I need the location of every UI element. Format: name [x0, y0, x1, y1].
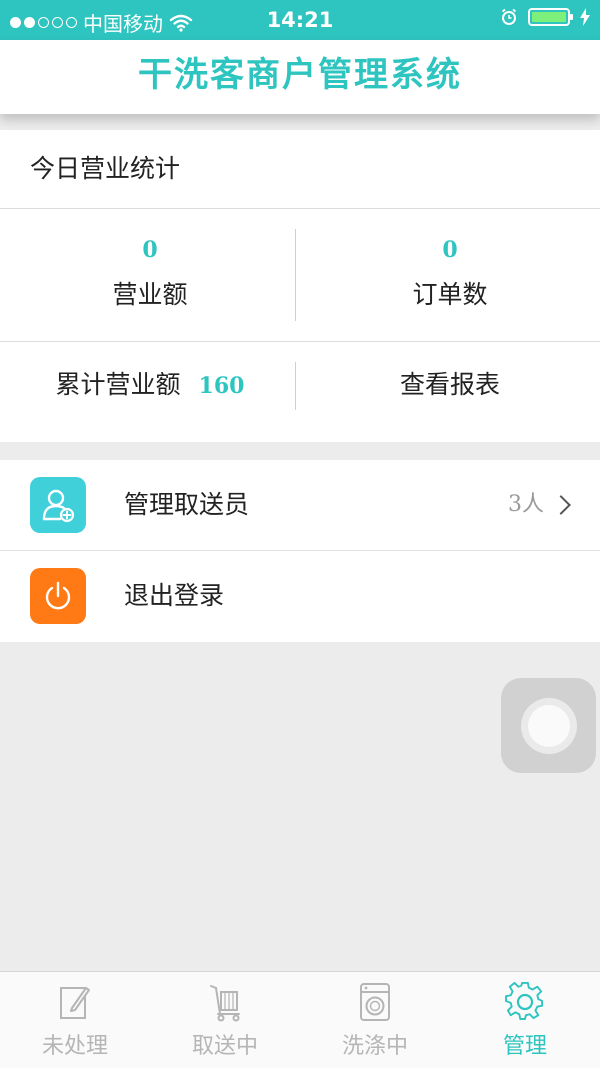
- tab-label: 未处理: [41, 1034, 108, 1059]
- view-report-button[interactable]: 查看报表: [300, 342, 600, 442]
- app-header: 干洗客商户管理系统: [0, 40, 600, 114]
- orders-stat: 0 订单数: [300, 209, 600, 341]
- courier-count: 3人: [508, 492, 544, 517]
- today-stats-card: 今日营业统计 0 营业额 0 订单数 累计营业额 160 查看报表: [0, 130, 600, 442]
- total-revenue-value: 160: [198, 373, 245, 399]
- battery-icon: [528, 8, 573, 26]
- tab-label: 管理: [502, 1034, 547, 1059]
- tab-washing[interactable]: 洗涤中: [300, 972, 450, 1068]
- bottom-tab-bar: 未处理 取送中 洗涤中 管理: [0, 971, 600, 1068]
- revenue-value: 0: [142, 237, 158, 263]
- tab-manage[interactable]: 管理: [450, 972, 600, 1068]
- manage-couriers-item[interactable]: 管理取送员 3人: [0, 460, 600, 550]
- edit-icon: [60, 987, 90, 1019]
- tab-label: 取送中: [191, 1034, 258, 1059]
- add-user-icon: [30, 477, 86, 533]
- stats-divider: [295, 229, 296, 321]
- orders-value: 0: [442, 237, 458, 263]
- view-report-label: 查看报表: [399, 370, 500, 399]
- menu-item-label: 退出登录: [124, 581, 225, 610]
- alarm-icon: [501, 8, 517, 25]
- gear-icon: [505, 982, 544, 1020]
- menu-card: 管理取送员 3人 退出登录: [0, 460, 600, 642]
- status-bar-right: [500, 8, 590, 26]
- stats-total-row: 累计营业额 160 查看报表: [0, 342, 600, 442]
- chevron-right-icon: [551, 495, 571, 515]
- tab-delivering[interactable]: 取送中: [150, 972, 300, 1068]
- total-revenue-stat: 累计营业额 160: [0, 342, 300, 442]
- stats-heading: 今日营业统计: [0, 130, 600, 209]
- courier-count-group: 3人: [508, 460, 571, 550]
- assistive-touch-button[interactable]: [501, 678, 596, 773]
- revenue-label: 营业额: [112, 280, 188, 309]
- stats-today-row: 0 营业额 0 订单数: [0, 209, 600, 342]
- tab-label: 洗涤中: [341, 1034, 408, 1059]
- total-revenue-label: 累计营业额: [55, 370, 181, 399]
- status-bar: 中国移动 14:21: [0, 0, 600, 40]
- orders-label: 订单数: [412, 280, 488, 309]
- washing-machine-icon: [360, 983, 390, 1021]
- power-icon: [30, 568, 86, 624]
- charging-icon: [580, 8, 590, 26]
- menu-item-label: 管理取送员: [124, 490, 250, 519]
- stats-divider: [295, 362, 296, 410]
- logout-item[interactable]: 退出登录: [0, 550, 600, 641]
- page-title: 干洗客商户管理系统: [138, 55, 462, 95]
- tab-pending[interactable]: 未处理: [0, 972, 150, 1068]
- cart-icon: [210, 985, 240, 1022]
- revenue-stat: 0 营业额: [0, 209, 300, 341]
